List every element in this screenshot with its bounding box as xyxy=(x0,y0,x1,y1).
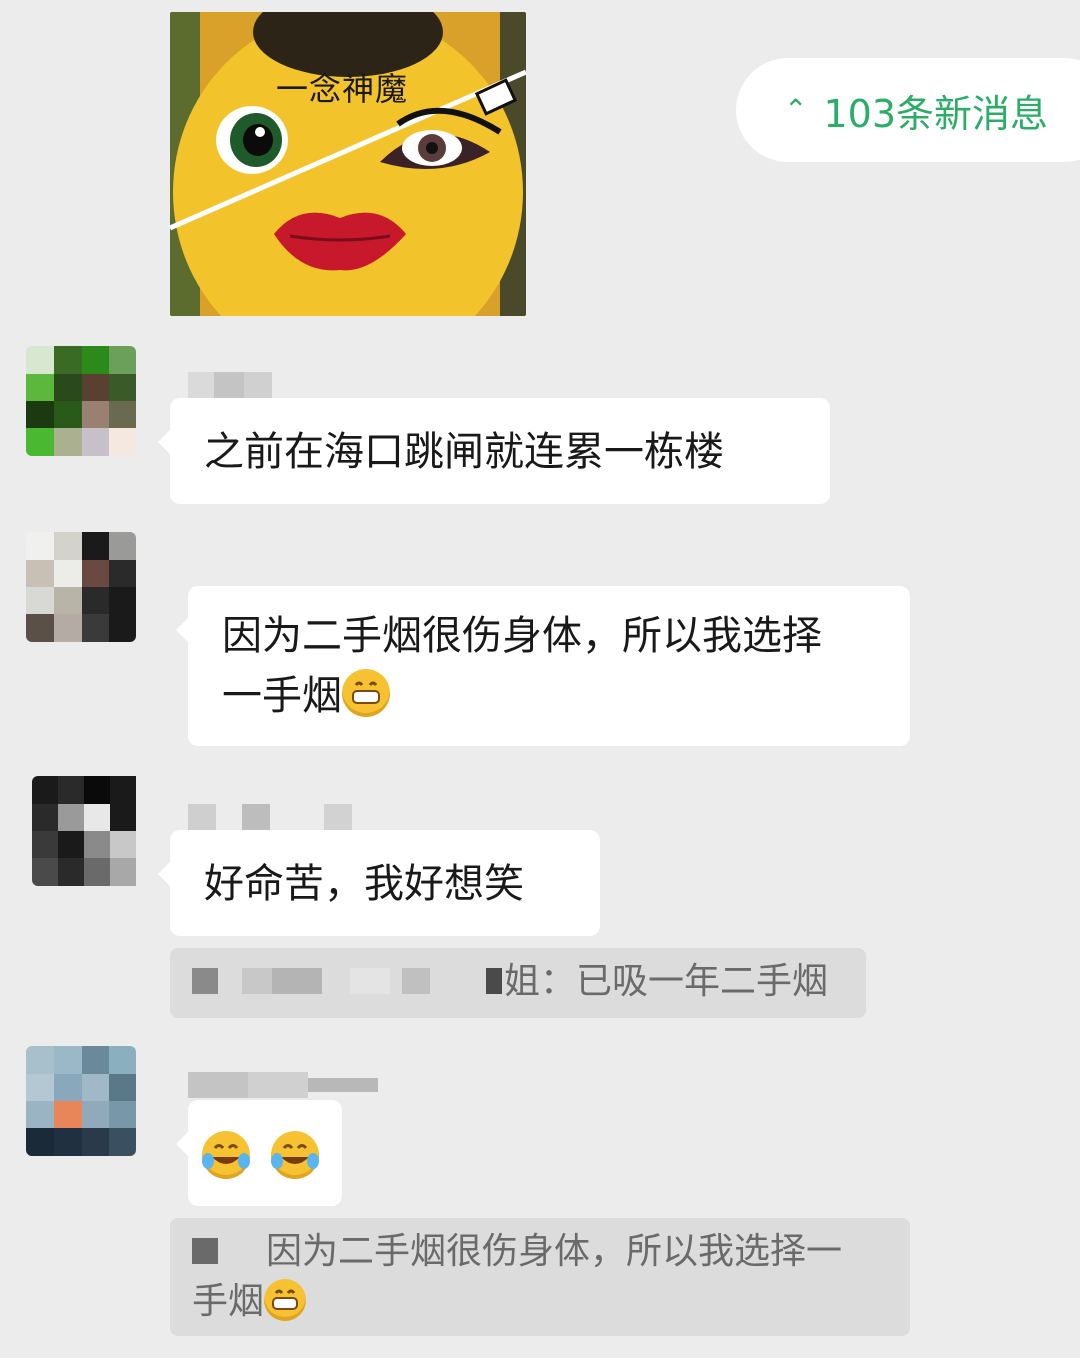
sticker-caption: 一念神魔 xyxy=(276,70,409,108)
avatar-mosaic xyxy=(26,532,136,642)
quoted-text-line-2: 手烟 xyxy=(192,1276,307,1328)
chevron-double-up-icon: ⌃ xyxy=(784,93,808,126)
message-text-line: 因为二手烟很伤身体，所以我选择 xyxy=(222,613,822,659)
blurred-name-block xyxy=(402,968,430,994)
tears-of-joy-icon xyxy=(202,1131,250,1179)
message-text-line: 一手烟 xyxy=(222,673,342,719)
blurred-name-block xyxy=(486,968,502,994)
blurred-name-block xyxy=(272,968,322,994)
blurred-name-block xyxy=(192,1238,218,1264)
blurred-name-block xyxy=(192,968,218,994)
sender-name-blurred xyxy=(188,1072,378,1098)
message-bubble[interactable]: 因为二手烟很伤身体，所以我选择 一手烟 xyxy=(176,586,910,746)
message-bubble[interactable]: 好命苦，我好想笑 xyxy=(158,830,600,936)
blurred-name-block xyxy=(350,968,390,994)
message-bubble[interactable] xyxy=(176,1100,342,1206)
new-messages-label: 103条新消息 xyxy=(823,91,1048,136)
message-text: 之前在海口跳闸就连累一栋楼 xyxy=(204,429,724,475)
quoted-text-line: 手烟 xyxy=(192,1281,265,1322)
sender-name-blurred xyxy=(188,804,354,830)
sticker-face xyxy=(170,12,526,316)
avatar[interactable] xyxy=(26,1046,136,1156)
sender-name-blurred xyxy=(188,372,272,398)
quoted-message[interactable]: 姐：已吸一年二手烟 xyxy=(170,948,866,1018)
tears-of-joy-icon xyxy=(270,1131,319,1179)
message-text: 好命苦，我好想笑 xyxy=(204,861,524,907)
quoted-message[interactable]: 因为二手烟很伤身体，所以我选择一 手烟 xyxy=(170,1218,910,1336)
message-bubble[interactable]: 之前在海口跳闸就连累一栋楼 xyxy=(158,398,830,504)
blurred-name-block xyxy=(242,968,272,994)
avatar-mosaic xyxy=(26,1046,136,1156)
avatar-mosaic xyxy=(26,346,136,456)
avatar-mosaic xyxy=(32,776,136,886)
avatar[interactable] xyxy=(26,346,136,456)
sticker-image[interactable]: 一念神魔 xyxy=(170,12,526,316)
new-messages-button[interactable]: ⌃ 103条新消息 xyxy=(736,58,1080,162)
grinning-face-icon xyxy=(342,669,390,717)
chat-screen: 一念神魔 ⌃ 103条新消息 之前在海口跳闸就连累一栋楼 因为二手烟很伤身体，所… xyxy=(0,0,1080,1358)
avatar[interactable] xyxy=(32,776,142,886)
quoted-text: 姐：已吸一年二手烟 xyxy=(504,961,829,1002)
grinning-face-icon xyxy=(264,1279,307,1321)
avatar[interactable] xyxy=(26,532,136,642)
quoted-text-line: 因为二手烟很伤身体，所以我选择一 xyxy=(266,1231,843,1272)
